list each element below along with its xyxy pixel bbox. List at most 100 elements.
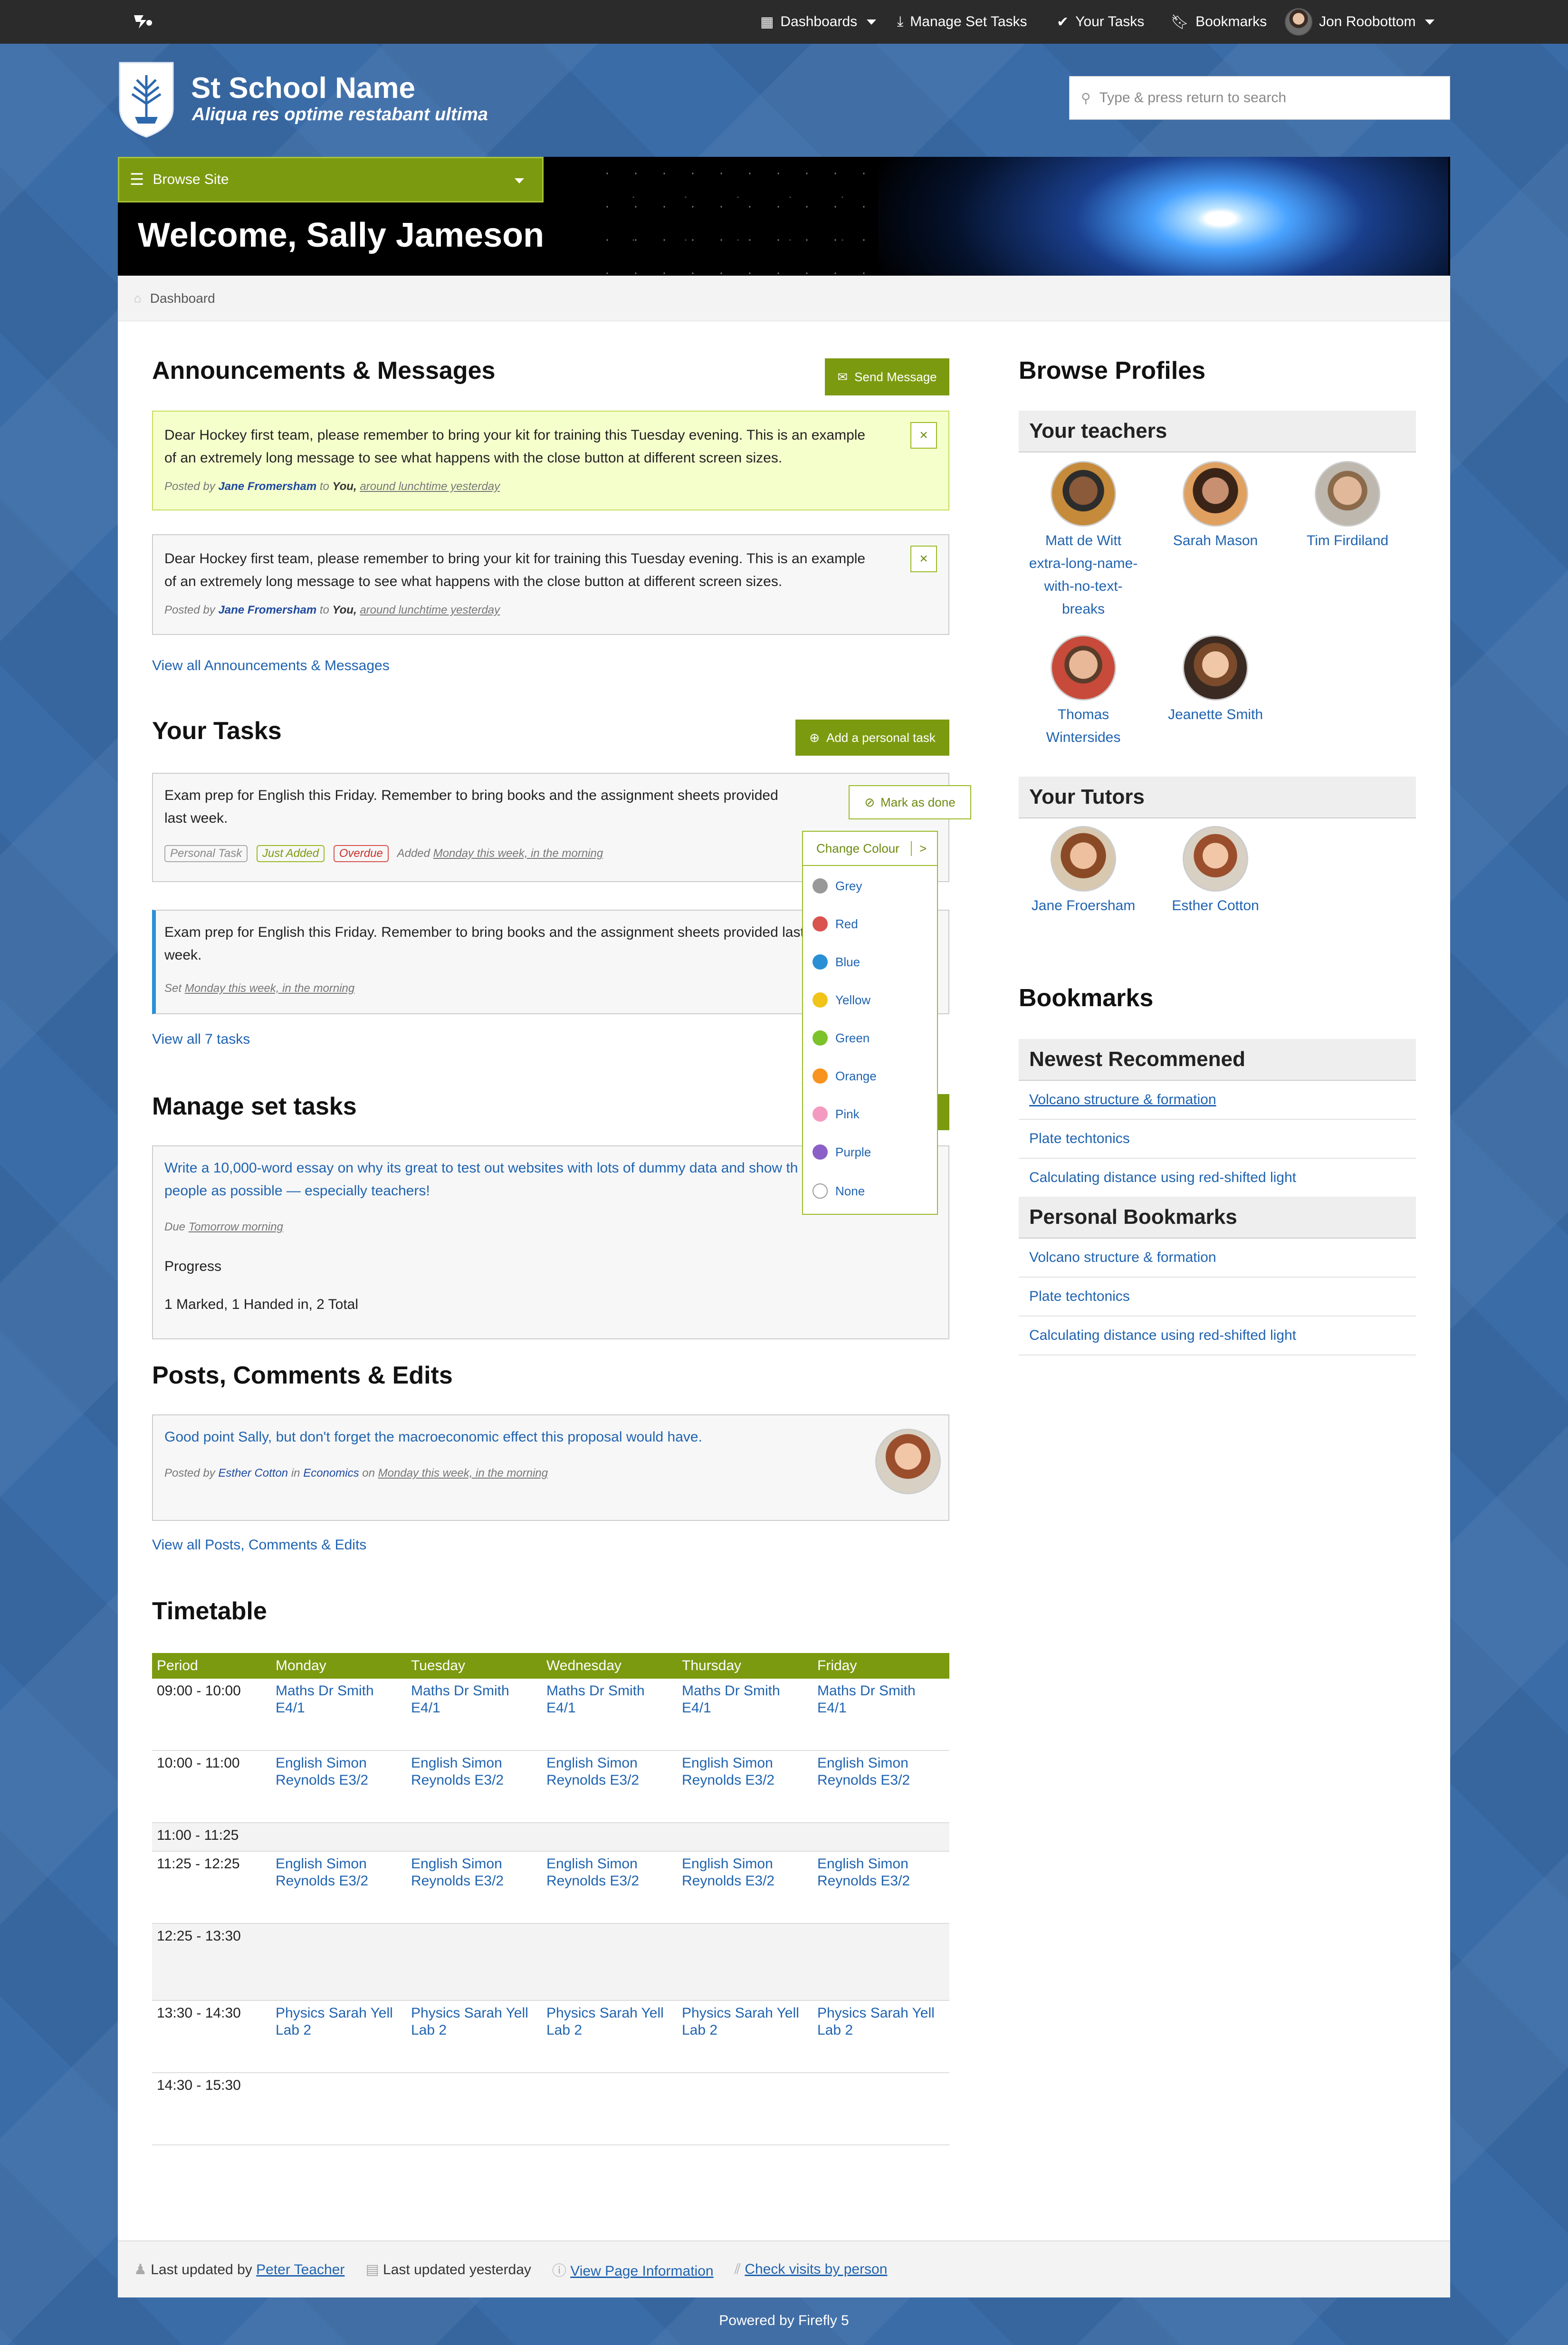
home-icon[interactable]: ⌂: [134, 291, 142, 306]
nav-your-tasks[interactable]: ✔ Your Tasks: [1057, 0, 1144, 44]
school-name: St School Name: [191, 72, 415, 105]
colour-option-red[interactable]: Red: [813, 916, 858, 932]
school-crest-logo[interactable]: [118, 61, 175, 139]
message-author[interactable]: Jane Fromersham: [218, 480, 316, 493]
lesson-link[interactable]: English Simon Reynolds E3/2: [276, 1755, 368, 1788]
lesson-link[interactable]: English Simon Reynolds E3/2: [411, 1755, 504, 1788]
message-text: Dear Hockey first team, please remember …: [164, 551, 866, 589]
nav-dashboards[interactable]: ▦ Dashboards: [760, 0, 877, 44]
nav-manage-set-tasks[interactable]: ⤓ Manage Set Tasks: [897, 0, 1027, 44]
personal-bookmarks-heading: Personal Bookmarks: [1019, 1197, 1416, 1239]
colour-option-pink[interactable]: Pink: [813, 1106, 860, 1122]
message-author[interactable]: Jane Fromersham: [218, 604, 316, 616]
profile-card[interactable]: Matt de Witt extra-long-name-with-no-tex…: [1026, 461, 1140, 621]
colour-swatch: [813, 1030, 828, 1046]
lesson-link[interactable]: Maths Dr Smith E4/1: [411, 1683, 509, 1716]
manage-set-tasks-heading: Manage set tasks: [152, 1093, 357, 1120]
lesson-link[interactable]: Maths Dr Smith E4/1: [546, 1683, 645, 1716]
your-teachers-heading: Your teachers: [1019, 411, 1416, 452]
colour-option-none[interactable]: None: [813, 1183, 865, 1199]
colour-option-orange[interactable]: Orange: [813, 1068, 877, 1084]
lesson-link[interactable]: Physics Sarah Yell Lab 2: [682, 2005, 799, 2038]
lesson-link[interactable]: Physics Sarah Yell Lab 2: [276, 2005, 393, 2038]
announcement-message: Dear Hockey first team, please remember …: [152, 534, 949, 635]
updated-by-link[interactable]: Peter Teacher: [256, 2262, 344, 2278]
search-input[interactable]: ⚲ Type & press return to search: [1069, 76, 1450, 120]
chevron-down-icon: [867, 19, 877, 25]
lesson-link[interactable]: Physics Sarah Yell Lab 2: [411, 2005, 528, 2038]
breadcrumb-dashboard[interactable]: Dashboard: [150, 291, 215, 306]
posts-heading: Posts, Comments & Edits: [152, 1362, 453, 1389]
colour-option-yellow[interactable]: Yellow: [813, 992, 870, 1008]
lesson-link[interactable]: English Simon Reynolds E3/2: [682, 1755, 774, 1788]
avatar[interactable]: [875, 1429, 941, 1494]
lesson-link[interactable]: English Simon Reynolds E3/2: [411, 1856, 504, 1889]
lesson-link[interactable]: Physics Sarah Yell Lab 2: [817, 2005, 935, 2038]
profile-card[interactable]: Jane Froersham: [1026, 826, 1140, 917]
top-navigation-bar: ▦ Dashboards ⤓ Manage Set Tasks ✔ Your T…: [0, 0, 1568, 44]
table-row: 14:30 - 15:30: [152, 2073, 949, 2145]
lesson-link[interactable]: English Simon Reynolds E3/2: [682, 1856, 774, 1889]
timetable-header: Period Monday Tuesday Wednesday Thursday…: [152, 1653, 949, 1679]
chevron-down-icon: [1425, 19, 1435, 25]
send-message-button[interactable]: ✉ Send Message: [825, 358, 949, 395]
avatar: [1051, 635, 1116, 701]
profile-card[interactable]: Jeanette Smith: [1158, 635, 1272, 726]
colour-option-green[interactable]: Green: [813, 1030, 870, 1046]
firefly-logo-icon[interactable]: [132, 13, 155, 30]
chevron-down-icon: [515, 178, 524, 183]
bookmark-link[interactable]: Plate techtonics: [1019, 1120, 1416, 1159]
newest-recommended-heading: Newest Recommened: [1019, 1039, 1416, 1081]
lesson-link[interactable]: Maths Dr Smith E4/1: [276, 1683, 374, 1716]
page-info[interactable]: ⓘ View Page Information: [552, 2259, 714, 2280]
lesson-link[interactable]: English Simon Reynolds E3/2: [276, 1856, 368, 1889]
profile-card[interactable]: Tim Firdiland: [1291, 461, 1405, 552]
set-task-button[interactable]: [938, 1094, 949, 1130]
post-meta: Posted by Esther Cotton in Economics on …: [164, 1467, 548, 1480]
lesson-link[interactable]: Maths Dr Smith E4/1: [682, 1683, 780, 1716]
bookmark-link[interactable]: Volcano structure & formation: [1019, 1239, 1416, 1278]
lesson-link[interactable]: Maths Dr Smith E4/1: [817, 1683, 916, 1716]
change-colour-header[interactable]: Change Colour >: [803, 832, 937, 866]
lesson-link[interactable]: English Simon Reynolds E3/2: [546, 1856, 639, 1889]
table-row: 12:25 - 13:30: [152, 1924, 949, 2001]
announcement-message: Dear Hockey first team, please remember …: [152, 411, 949, 510]
tag-personal-task: Personal Task: [164, 845, 248, 862]
close-message-button[interactable]: ×: [910, 422, 937, 449]
profile-name: Jeanette Smith: [1167, 707, 1263, 722]
bookmark-link[interactable]: Volcano structure & formation: [1019, 1081, 1416, 1120]
bookmark-link[interactable]: Plate techtonics: [1019, 1278, 1416, 1317]
announcements-heading: Announcements & Messages: [152, 357, 496, 384]
view-all-announcements-link[interactable]: View all Announcements & Messages: [152, 658, 390, 674]
browse-site-dropdown[interactable]: ☰ Browse Site: [118, 157, 544, 202]
view-all-posts-link[interactable]: View all Posts, Comments & Edits: [152, 1537, 366, 1553]
set-task-due: Due Tomorrow morning: [164, 1221, 283, 1233]
plus-circle-icon: ⊕: [809, 730, 820, 745]
lesson-link[interactable]: English Simon Reynolds E3/2: [817, 1856, 910, 1889]
your-tutors-heading: Your Tutors: [1019, 777, 1416, 818]
nav-user-menu[interactable]: Jon Roobottom: [1285, 0, 1435, 44]
colour-option-blue[interactable]: Blue: [813, 954, 860, 970]
bookmark-link[interactable]: Calculating distance using red-shifted l…: [1019, 1317, 1416, 1355]
nav-bookmarks[interactable]: 🔖︎ Bookmarks: [1171, 0, 1267, 44]
profile-card[interactable]: Esther Cotton: [1158, 826, 1272, 917]
lesson-link[interactable]: English Simon Reynolds E3/2: [546, 1755, 639, 1788]
search-placeholder: Type & press return to search: [1099, 90, 1287, 106]
profile-card[interactable]: Thomas Wintersides: [1026, 635, 1140, 749]
lesson-link[interactable]: English Simon Reynolds E3/2: [817, 1755, 910, 1788]
post-subject[interactable]: Economics: [303, 1467, 359, 1480]
post-author[interactable]: Esther Cotton: [218, 1467, 288, 1480]
profile-card[interactable]: Sarah Mason: [1158, 461, 1272, 552]
change-colour-dropdown: Change Colour > Grey Red Blue Yellow Gre…: [802, 831, 938, 1215]
view-all-tasks-link[interactable]: View all 7 tasks: [152, 1031, 250, 1048]
colour-option-grey[interactable]: Grey: [813, 878, 862, 894]
avatar: [1183, 461, 1248, 527]
post-text[interactable]: Good point Sally, but don't forget the m…: [164, 1426, 702, 1449]
add-personal-task-button[interactable]: ⊕ Add a personal task: [795, 720, 949, 756]
mark-as-done-button[interactable]: ⊘ Mark as done: [849, 785, 971, 819]
colour-option-purple[interactable]: Purple: [813, 1144, 871, 1160]
lesson-link[interactable]: Physics Sarah Yell Lab 2: [546, 2005, 664, 2038]
visits[interactable]: ⫽ Check visits by person: [735, 2261, 888, 2278]
bookmark-link[interactable]: Calculating distance using red-shifted l…: [1019, 1159, 1416, 1198]
close-message-button[interactable]: ×: [910, 546, 937, 572]
